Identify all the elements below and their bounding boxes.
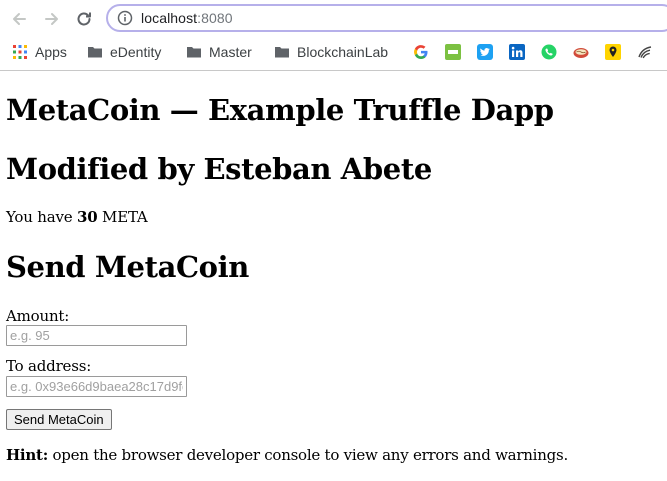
twitter-icon	[477, 44, 493, 60]
forward-button[interactable]	[41, 8, 63, 30]
folder-icon	[275, 47, 289, 58]
folder-icon	[88, 47, 102, 58]
whatsapp-icon	[541, 44, 557, 60]
balance-prefix: You have	[6, 208, 77, 226]
amount-label: Amount:	[6, 307, 70, 325]
bookmark-master[interactable]: Master	[186, 40, 252, 64]
url-text: localhost:8080	[141, 10, 233, 26]
bookmark-linkedin[interactable]	[509, 40, 525, 64]
page-title: MetaCoin — Example Truffle Dapp	[6, 93, 554, 127]
reload-icon	[77, 12, 91, 26]
signal-icon	[638, 46, 652, 59]
address-input[interactable]	[6, 376, 187, 397]
balance-text: You have 30 META	[6, 208, 148, 226]
noodle-icon	[573, 48, 589, 58]
hint-body: open the browser developer console to vi…	[48, 446, 569, 464]
bookmark-label: BlockchainLab	[297, 44, 389, 60]
bookmark-twitter[interactable]	[477, 40, 493, 64]
bookmark-edentity[interactable]: eDentity	[87, 40, 161, 64]
bookmark-apps[interactable]: Apps	[12, 40, 67, 64]
bookmarks-bar: Apps eDentity Master BlockchainLab	[0, 40, 667, 64]
balance-value: 30	[76, 208, 98, 226]
info-icon[interactable]	[117, 10, 133, 26]
reload-button[interactable]	[73, 8, 95, 30]
bookmark-label: Apps	[35, 44, 67, 60]
address-bar[interactable]: localhost:8080	[106, 4, 667, 32]
back-button[interactable]	[8, 8, 30, 30]
bookmark-label: Master	[209, 44, 252, 60]
bookmark-clue[interactable]	[445, 40, 461, 64]
send-heading: Send MetaCoin	[6, 250, 249, 284]
arrow-right-icon	[45, 13, 58, 25]
arrow-left-icon	[13, 13, 26, 25]
linkedin-icon	[509, 44, 525, 60]
folder-icon	[187, 47, 201, 58]
bookmark-google[interactable]	[413, 40, 429, 64]
url-port: :8080	[197, 10, 233, 26]
google-icon	[414, 45, 428, 60]
hint-label: Hint:	[6, 446, 48, 464]
bookmark-noodle[interactable]	[573, 40, 589, 64]
bookmark-whatsapp[interactable]	[541, 40, 557, 64]
url-host: localhost	[141, 10, 198, 26]
bookmark-label: eDentity	[110, 44, 162, 60]
balance-suffix: META	[97, 208, 148, 226]
page-subtitle: Modified by Esteban Abete	[6, 152, 432, 186]
maps-pin-icon	[605, 44, 621, 60]
bookmark-maps[interactable]	[605, 40, 621, 64]
hint-text: Hint: open the browser developer console…	[6, 446, 568, 464]
apps-grid-icon	[13, 45, 27, 59]
amount-input[interactable]	[6, 325, 187, 346]
address-label: To address:	[6, 357, 92, 375]
bookmark-blockchainlab[interactable]: BlockchainLab	[274, 40, 388, 64]
browser-chrome: localhost:8080 Apps eDentity Master Bloc…	[0, 0, 667, 71]
bookmark-signal[interactable]	[637, 40, 653, 64]
send-metacoin-button[interactable]: Send MetaCoin	[6, 409, 112, 430]
clue-icon	[445, 44, 461, 60]
